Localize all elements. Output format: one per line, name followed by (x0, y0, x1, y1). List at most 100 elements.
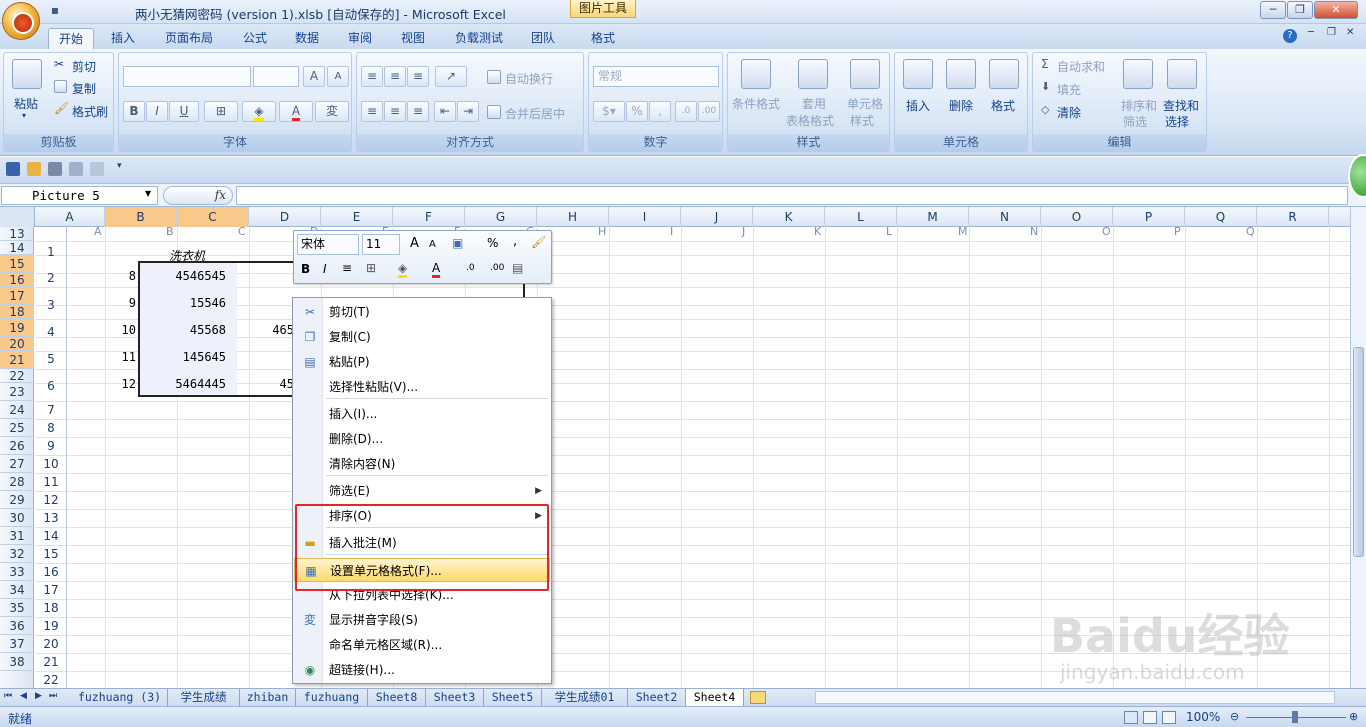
tab-view[interactable]: 视图 (390, 28, 436, 49)
copy-button[interactable]: 复制 (72, 80, 96, 97)
context-menu-item[interactable]: 超链接(H)... ◉ (294, 658, 550, 682)
decrease-decimal-icon[interactable]: .00 (698, 101, 720, 122)
mini-grow-font-icon[interactable]: A (410, 236, 419, 251)
mini-format-painter-icon[interactable]: 🖌 (531, 235, 546, 249)
mini-font-color-icon[interactable]: A (432, 261, 441, 278)
mini-borders-icon[interactable]: ⊞ (366, 261, 376, 275)
mini-comma-button[interactable]: , (513, 234, 517, 249)
bold-button[interactable]: B (123, 101, 145, 122)
insert-function-button[interactable]: fx (163, 186, 233, 205)
mini-font-combo[interactable]: 宋体 (297, 234, 359, 255)
tab-insert[interactable]: 插入 (100, 28, 146, 49)
normal-view-icon[interactable] (1124, 711, 1138, 724)
paste-dropdown-icon[interactable]: ▾ (22, 111, 26, 120)
orientation-icon[interactable]: ↗ (435, 66, 467, 87)
mini-decrease-decimal-icon[interactable]: .00 (490, 263, 504, 273)
font-size-combo[interactable] (253, 66, 299, 87)
increase-indent-icon[interactable]: ⇥ (457, 101, 479, 122)
grow-font-button[interactable]: A (303, 66, 325, 87)
paste-button[interactable]: 粘贴 (14, 95, 38, 112)
horizontal-scrollbar[interactable] (815, 691, 1335, 704)
ribbon-close-icon[interactable]: ✕ (1346, 27, 1354, 38)
last-sheet-icon[interactable]: ⏭ (49, 691, 57, 701)
zoom-slider-thumb[interactable] (1292, 711, 1298, 723)
minimize-button[interactable]: ─ (1260, 1, 1286, 19)
context-menu-item[interactable]: 粘贴(P) ▤ (294, 350, 550, 374)
align-middle-icon[interactable]: ≡ (384, 66, 406, 87)
restore-button[interactable]: ❐ (1287, 1, 1313, 19)
merge-center-button[interactable]: 合并后居中 (505, 105, 565, 122)
align-right-icon[interactable]: ≡ (407, 101, 429, 122)
italic-button[interactable]: I (146, 101, 168, 122)
conditional-format-button[interactable]: 条件格式 (732, 95, 780, 112)
context-menu-item[interactable]: 清除内容(N) (294, 452, 550, 476)
first-sheet-icon[interactable]: ⏮ (4, 691, 12, 701)
sheet-tab[interactable]: Sheet5 (484, 689, 542, 707)
mini-fill-color-icon[interactable]: ◈ (398, 261, 408, 278)
mini-shrink-font-icon[interactable]: A (429, 239, 436, 250)
context-menu-item[interactable]: 设置单元格格式(F)... ▦ (294, 558, 550, 582)
print-icon[interactable] (48, 162, 62, 176)
print-preview-icon[interactable] (69, 162, 83, 176)
context-menu-item[interactable]: 剪切(T) ✂ (294, 300, 550, 324)
delete-cells-button[interactable]: 删除 (949, 97, 973, 114)
tab-review[interactable]: 审阅 (337, 28, 383, 49)
tab-load-test[interactable]: 负载测试 (445, 28, 513, 49)
table-format-label-2[interactable]: 表格格式 (786, 112, 834, 129)
sheet-tab[interactable]: zhiban (240, 689, 296, 707)
format-cells-button[interactable]: 格式 (991, 97, 1015, 114)
mini-merge-icon[interactable]: ▤ (512, 261, 523, 275)
vertical-scrollbar[interactable] (1350, 207, 1366, 688)
comma-icon[interactable]: , (649, 101, 671, 122)
align-center-icon[interactable]: ≡ (384, 101, 406, 122)
zoom-level[interactable]: 100% (1186, 710, 1220, 724)
ribbon-minimize-icon[interactable]: ─ (1308, 27, 1314, 38)
increase-decimal-icon[interactable]: .0 (675, 101, 697, 122)
wrap-text-button[interactable]: 自动换行 (505, 70, 553, 87)
page-layout-view-icon[interactable] (1143, 711, 1157, 724)
name-box[interactable]: Picture 5 (1, 186, 158, 205)
sheet-tab[interactable]: Sheet4 (686, 689, 744, 707)
currency-icon[interactable]: $▾ (593, 101, 625, 122)
tab-data[interactable]: 数据 (284, 28, 330, 49)
cell-styles-label-1[interactable]: 单元格 (847, 95, 883, 112)
sheet-tab[interactable]: 学生成绩01 (542, 689, 628, 707)
zoom-in-icon[interactable]: ⊕ (1349, 710, 1358, 723)
freeze-icon[interactable] (90, 162, 104, 176)
borders-button[interactable]: ⊞ (204, 101, 238, 122)
close-button[interactable]: ✕ (1314, 1, 1358, 19)
tab-team[interactable]: 团队 (520, 28, 566, 49)
tab-format[interactable]: 格式 (580, 28, 626, 49)
context-menu-item[interactable]: 删除(D)... (294, 427, 550, 451)
context-menu-item[interactable]: 从下拉列表中选择(K)... (294, 583, 550, 607)
context-menu-item[interactable]: 显示拼音字段(S) 変 (294, 608, 550, 632)
shrink-font-button[interactable]: A (327, 66, 349, 87)
sheet-tab[interactable]: Sheet8 (368, 689, 426, 707)
context-menu-item[interactable]: 排序(O) ▶ (294, 504, 550, 528)
insert-cells-button[interactable]: 插入 (906, 97, 930, 114)
fill-color-button[interactable]: ◈ (242, 101, 276, 122)
percent-button[interactable]: % (626, 101, 648, 122)
office-button[interactable] (2, 2, 40, 40)
sheet-tab[interactable]: Sheet3 (426, 689, 484, 707)
underline-button[interactable]: U (169, 101, 199, 122)
scroll-thumb[interactable] (1353, 347, 1364, 557)
sheet-tab[interactable]: fuzhuang (3) (72, 689, 168, 707)
formula-input[interactable] (236, 186, 1348, 205)
open-icon[interactable] (27, 162, 41, 176)
font-color-button[interactable]: A (279, 101, 313, 122)
context-menu-item[interactable]: 命名单元格区域(R)... (294, 633, 550, 657)
align-top-icon[interactable]: ≡ (361, 66, 383, 87)
cell-styles-label-2[interactable]: 样式 (850, 112, 874, 129)
font-name-combo[interactable] (123, 66, 251, 87)
zoom-out-icon[interactable]: ⊖ (1230, 710, 1239, 723)
next-sheet-icon[interactable]: ▶ (35, 691, 42, 701)
sheet-tab[interactable]: 学生成绩 (168, 689, 240, 707)
sheet-tab[interactable]: Sheet2 (628, 689, 686, 707)
page-break-view-icon[interactable] (1162, 711, 1176, 724)
help-icon[interactable]: ? (1283, 29, 1297, 43)
contextual-tab-picture-tools[interactable]: 图片工具 (570, 0, 636, 18)
mini-percent-button[interactable]: % (487, 236, 498, 250)
sort-filter-label-2[interactable]: 筛选 (1123, 113, 1147, 130)
fill-button[interactable]: 填充 (1057, 81, 1081, 98)
